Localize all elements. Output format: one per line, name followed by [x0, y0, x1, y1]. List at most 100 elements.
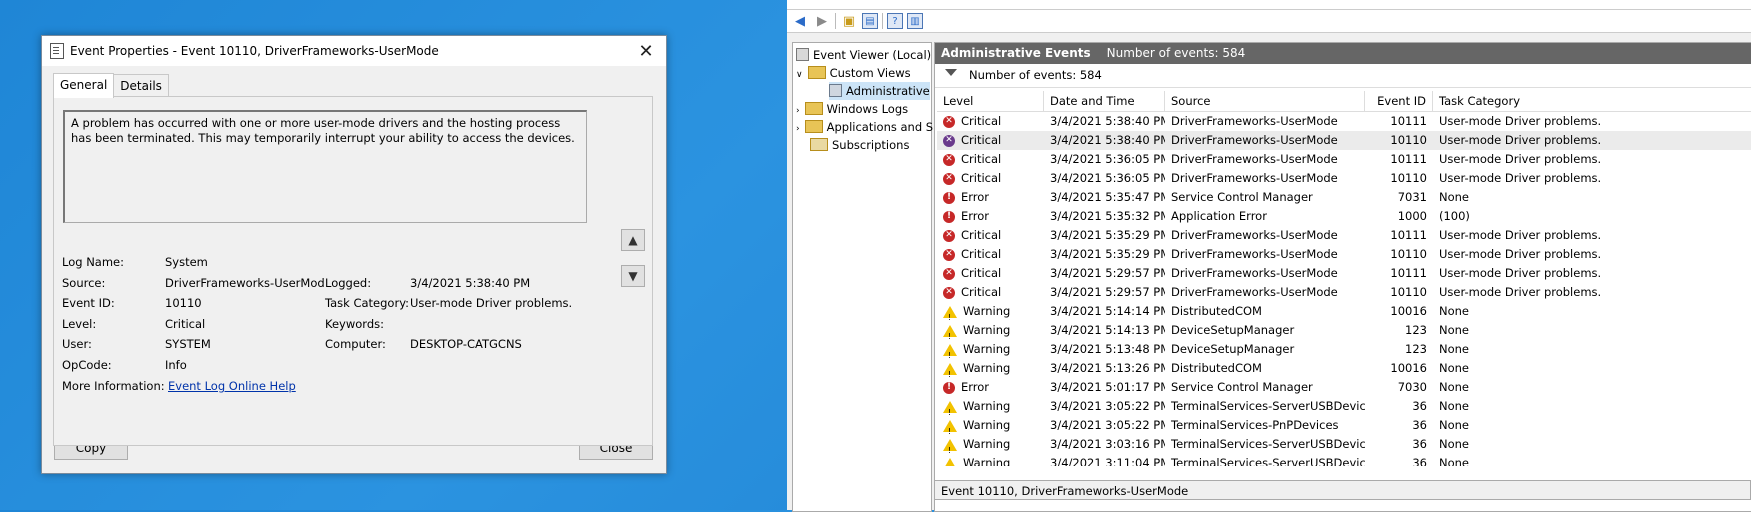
- close-icon[interactable]: ✕: [626, 41, 666, 62]
- level-cell: ! Warning: [937, 359, 1044, 378]
- event-id-cell: 10110: [1390, 171, 1427, 185]
- table-row[interactable]: ✕ Critical 3/4/2021 5:36:05 PM DriverFramew…: [937, 169, 1751, 188]
- previous-event-button[interactable]: ▲: [621, 229, 645, 251]
- table-row[interactable]: ! Warning 3/4/2021 3:05:22 PM TerminalServi…: [937, 416, 1751, 435]
- column-header-source[interactable]: Source: [1165, 91, 1365, 111]
- up-folder-icon[interactable]: ▣: [840, 12, 858, 30]
- chevron-down-icon[interactable]: ∨: [796, 70, 803, 80]
- table-row[interactable]: ! Error 3/4/2021 5:35:47 PM Service Control…: [937, 188, 1751, 207]
- back-arrow-icon[interactable]: ◀: [791, 12, 809, 30]
- table-row[interactable]: ✕ Critical 3/4/2021 5:29:57 PM DriverFramew…: [937, 264, 1751, 283]
- source-cell: DriverFrameworks-UserMode: [1171, 133, 1338, 147]
- level-cell: ! Warning: [937, 416, 1044, 435]
- level-cell: ✕ Critical: [937, 264, 1044, 283]
- level-cell: ! Warning: [937, 340, 1044, 359]
- source-cell: DriverFrameworks-UserMode: [1171, 114, 1338, 128]
- column-header-task-category[interactable]: Task Category: [1433, 91, 1673, 111]
- tab-general[interactable]: General: [53, 73, 115, 98]
- level-cell: ! Warning: [937, 454, 1044, 466]
- task-category-cell: None: [1439, 190, 1470, 204]
- results-pane: Administrative Events Number of events: 5…: [934, 42, 1751, 512]
- table-row[interactable]: ! Warning 3/4/2021 3:11:04 PM TerminalServi…: [937, 454, 1751, 466]
- event-id-cell: 7030: [1397, 380, 1427, 394]
- warning-icon: !: [943, 419, 957, 435]
- menu-bar: [787, 0, 1751, 10]
- task-category-cell: None: [1439, 361, 1470, 375]
- table-row[interactable]: ! Warning 3/4/2021 3:05:22 PM TerminalServi…: [937, 397, 1751, 416]
- column-header-event-id[interactable]: Event ID: [1365, 91, 1433, 111]
- chevron-right-icon[interactable]: ›: [796, 124, 800, 134]
- warning-icon: !: [943, 343, 957, 359]
- table-row[interactable]: ✕ Critical 3/4/2021 5:35:29 PM DriverFramew…: [937, 245, 1751, 264]
- level-cell: ✕ Critical: [937, 169, 1044, 188]
- table-row[interactable]: ✕ Critical 3/4/2021 5:36:05 PM DriverFramew…: [937, 150, 1751, 169]
- table-row[interactable]: ! Error 3/4/2021 5:01:17 PM Service Control…: [937, 378, 1751, 397]
- event-description[interactable]: A problem has occurred with one or more …: [63, 110, 587, 223]
- folder-icon: [804, 120, 823, 133]
- tree-item-event-viewer-local[interactable]: Event Viewer (Local): [796, 46, 931, 64]
- event-log-online-help-link[interactable]: Event Log Online Help: [168, 379, 296, 393]
- table-row[interactable]: ! Warning 3/4/2021 5:14:14 PM DistributedCO…: [937, 302, 1751, 321]
- source-cell: TerminalServices-PnPDevices: [1171, 418, 1339, 432]
- filter-view-icon: [829, 84, 842, 97]
- level-cell: ✕ Critical: [937, 245, 1044, 264]
- next-event-button[interactable]: ▼: [621, 265, 645, 287]
- arrow-down-icon: ▼: [628, 269, 638, 283]
- column-header-date-and-time[interactable]: Date and Time: [1044, 91, 1165, 111]
- event-id-cell: 36: [1412, 437, 1427, 451]
- date-cell: 3/4/2021 3:11:04 PM: [1050, 456, 1165, 466]
- level-cell: ✕ Critical: [937, 131, 1044, 150]
- table-row[interactable]: ! Warning 3/4/2021 5:13:26 PM DistributedCO…: [937, 359, 1751, 378]
- task-category-cell: None: [1439, 380, 1470, 394]
- level-text: Warning: [963, 342, 1011, 356]
- critical-icon: ✕: [943, 115, 955, 128]
- table-row[interactable]: ✕ Critical 3/4/2021 5:38:40 PM DriverFramew…: [937, 131, 1751, 150]
- date-cell: 3/4/2021 5:13:48 PM: [1050, 342, 1165, 356]
- warning-icon: !: [943, 438, 957, 454]
- event-id-cell: 36: [1412, 418, 1427, 432]
- warning-icon: !: [943, 324, 957, 340]
- level-cell: ! Warning: [937, 435, 1044, 454]
- event-id-cell: 10111: [1390, 228, 1427, 242]
- event-viewer-app-icon: [50, 43, 64, 59]
- table-row[interactable]: ✕ Critical 3/4/2021 5:38:40 PM DriverFramew…: [937, 112, 1751, 131]
- critical-icon: ✕: [943, 134, 955, 147]
- level-text: Warning: [963, 399, 1011, 413]
- tree-item-administrative-events[interactable]: Administrative: [829, 82, 930, 100]
- date-cell: 3/4/2021 5:35:29 PM: [1050, 247, 1165, 261]
- level-cell: ✕ Critical: [937, 112, 1044, 131]
- tree-item-applications-and-services[interactable]: › Applications and S: [796, 118, 933, 136]
- table-row[interactable]: ! Error 3/4/2021 5:35:32 PM Application Err…: [937, 207, 1751, 226]
- event-id-cell: 123: [1405, 342, 1427, 356]
- level-text: Warning: [963, 304, 1011, 318]
- tree-item-windows-logs[interactable]: › Windows Logs: [796, 100, 908, 118]
- event-id-value: 10110: [165, 296, 202, 310]
- table-row[interactable]: ! Warning 3/4/2021 5:14:13 PM DeviceSetupMa…: [937, 321, 1751, 340]
- column-header-level[interactable]: Level: [937, 91, 1044, 111]
- table-row[interactable]: ✕ Critical 3/4/2021 5:29:57 PM DriverFramew…: [937, 283, 1751, 302]
- toolbar-separator: [882, 13, 883, 29]
- task-category-cell: None: [1439, 323, 1470, 337]
- table-row[interactable]: ! Warning 3/4/2021 3:03:16 PM TerminalServi…: [937, 435, 1751, 454]
- show-hide-action-pane-icon[interactable]: ▥: [907, 13, 923, 29]
- table-row[interactable]: ! Warning 3/4/2021 5:13:48 PM DeviceSetupMa…: [937, 340, 1751, 359]
- forward-arrow-icon[interactable]: ▶: [813, 12, 831, 30]
- error-icon: !: [943, 191, 955, 204]
- level-cell: ✕ Critical: [937, 226, 1044, 245]
- opcode-label: OpCode:: [62, 358, 112, 372]
- tree-item-subscriptions[interactable]: Subscriptions: [810, 136, 909, 154]
- show-hide-console-tree-icon[interactable]: ▤: [862, 13, 878, 29]
- task-category-label: Task Category:: [325, 296, 410, 310]
- task-category-cell: User-mode Driver problems.: [1439, 285, 1602, 299]
- level-text: Critical: [961, 247, 1002, 261]
- table-row[interactable]: ✕ Critical 3/4/2021 5:35:29 PM DriverFramew…: [937, 226, 1751, 245]
- event-id-cell: 123: [1405, 323, 1427, 337]
- event-id-cell: 36: [1412, 456, 1427, 466]
- task-category-value: User-mode Driver problems.: [410, 296, 573, 310]
- source-value: DriverFrameworks-UserMod: [165, 276, 325, 290]
- help-icon[interactable]: ?: [887, 13, 903, 29]
- tree-item-label: Administrative: [846, 84, 930, 98]
- event-id-cell: 10110: [1390, 133, 1427, 147]
- chevron-right-icon[interactable]: ›: [796, 106, 800, 116]
- tree-item-custom-views[interactable]: ∨ Custom Views: [796, 64, 911, 82]
